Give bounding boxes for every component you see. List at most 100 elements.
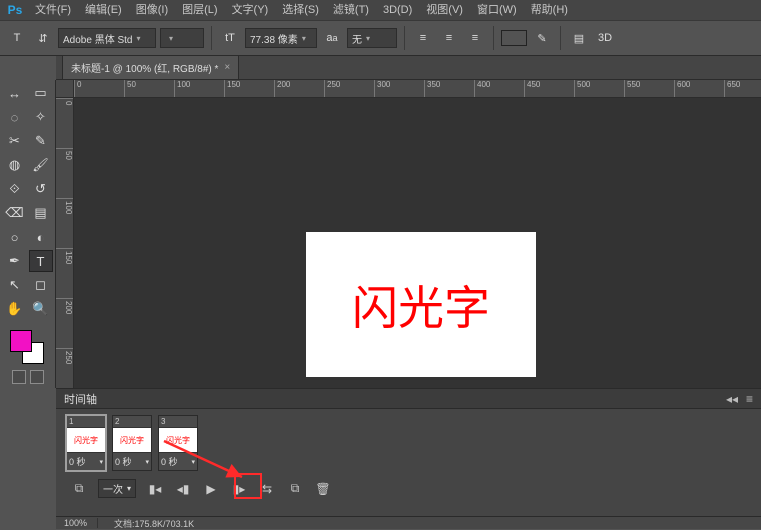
antialias-value: 无	[352, 31, 362, 46]
document-tab[interactable]: 未标题-1 @ 100% (红, RGB/8#) * ×	[62, 55, 239, 79]
quickmask-icon[interactable]	[30, 370, 44, 384]
tool-move[interactable]: ↔	[3, 82, 27, 104]
align-right-icon[interactable]: ≡	[464, 27, 486, 49]
tool-magic-wand[interactable]: ✧	[29, 106, 53, 128]
tool-pen[interactable]: ✒	[3, 250, 27, 272]
frame-delay[interactable]: 0 秒▾	[113, 452, 151, 470]
tool-gradient[interactable]: ▤	[29, 202, 53, 224]
tool-hand[interactable]: ✋	[3, 298, 27, 320]
ruler-tick: 200	[274, 80, 324, 97]
timeline-flyout-icon[interactable]: ≡	[746, 392, 753, 406]
timeline-collapse-icon[interactable]: ◂◂	[726, 392, 738, 406]
close-icon[interactable]: ×	[224, 62, 230, 73]
ruler-tick: 0	[56, 98, 73, 148]
warp-text-icon[interactable]: ✎	[531, 27, 553, 49]
panels-icon[interactable]: ▤	[568, 27, 590, 49]
loop-value: 一次	[103, 481, 123, 496]
font-size-select[interactable]: 77.38 像素 ▾	[245, 28, 317, 48]
tool-dodge[interactable]: ◐	[29, 226, 53, 248]
tool-crop[interactable]: ✂	[3, 130, 27, 152]
ruler-tick: 550	[624, 80, 674, 97]
font-size-value: 77.38 像素	[250, 31, 298, 46]
frame-delay[interactable]: 0 秒▾	[159, 452, 197, 470]
convert-timeline-icon[interactable]: ⧉	[70, 480, 88, 498]
ruler-tick: 600	[674, 80, 724, 97]
tool-history-brush[interactable]: ↺	[29, 178, 53, 200]
tool-path[interactable]: ↖	[3, 274, 27, 296]
menu-3d[interactable]: 3D(D)	[376, 0, 419, 20]
menu-window[interactable]: 窗口(W)	[470, 0, 524, 20]
tool-artboard[interactable]: ▭	[29, 82, 53, 104]
menu-image[interactable]: 图像(I)	[129, 0, 175, 20]
menu-filter[interactable]: 滤镜(T)	[326, 0, 376, 20]
tool-eraser[interactable]: ⌫	[3, 202, 27, 224]
artboard[interactable]: 闪光字	[306, 232, 536, 377]
ruler-tick: 50	[56, 148, 73, 198]
menu-view[interactable]: 视图(V)	[419, 0, 470, 20]
font-style-select[interactable]: ▾	[160, 28, 204, 48]
tool-zoom[interactable]: 🔍	[29, 298, 53, 320]
tool-preset-icon[interactable]: T	[6, 27, 28, 49]
frame-number: 2	[113, 416, 151, 428]
tool-brush[interactable]: 🖌	[29, 154, 53, 176]
menu-type[interactable]: 文字(Y)	[225, 0, 276, 20]
frame-number: 3	[159, 416, 197, 428]
standard-mode-icon[interactable]	[12, 370, 26, 384]
tools-panel: ↔▭◌✧✂✎◍🖌⟐↺⌫▤○◐✒T↖◻✋🔍	[0, 80, 56, 388]
canvas-area[interactable]: 050100150200250300350400450500550600650 …	[56, 80, 761, 388]
delete-frame-icon[interactable]: 🗑	[314, 480, 332, 498]
menu-help[interactable]: 帮助(H)	[524, 0, 575, 20]
frame-1[interactable]: 1闪光字0 秒▾	[66, 415, 106, 471]
tool-clone[interactable]: ⟐	[3, 178, 27, 200]
prev-frame-icon[interactable]: ◂▮	[174, 480, 192, 498]
text-color-swatch[interactable]	[501, 30, 527, 46]
duplicate-frame-icon[interactable]: ⧉	[286, 480, 304, 498]
align-center-icon[interactable]: ≡	[438, 27, 460, 49]
tool-shape[interactable]: ◻	[29, 274, 53, 296]
ruler-tick: 650	[724, 80, 761, 97]
tool-type[interactable]: T	[29, 250, 53, 272]
menu-select[interactable]: 选择(S)	[275, 0, 326, 20]
menu-file[interactable]: 文件(F)	[28, 0, 78, 20]
menu-layer[interactable]: 图层(L)	[175, 0, 224, 20]
options-bar: T ⇵ Adobe 黑体 Std ▾ ▾ tT 77.38 像素 ▾ aa 无 …	[0, 20, 761, 56]
play-icon[interactable]: ▶	[202, 480, 220, 498]
chevron-down-icon: ▾	[127, 484, 131, 493]
font-family-select[interactable]: Adobe 黑体 Std ▾	[58, 28, 156, 48]
tween-icon[interactable]: ⇆	[258, 480, 276, 498]
tool-blur[interactable]: ○	[3, 226, 27, 248]
ruler-corner	[56, 80, 74, 98]
align-left-icon[interactable]: ≡	[412, 27, 434, 49]
ruler-tick: 300	[374, 80, 424, 97]
app-logo: Ps	[2, 0, 28, 20]
frame-2[interactable]: 2闪光字0 秒▾	[112, 415, 152, 471]
next-frame-icon[interactable]: ▮▸	[230, 480, 248, 498]
frame-delay[interactable]: 0 秒▾	[67, 452, 105, 470]
timeline-controls: ⧉ 一次 ▾ ▮◂ ◂▮ ▶ ▮▸ ⇆ ⧉ 🗑	[56, 471, 761, 502]
frame-thumbnail: 闪光字	[113, 428, 151, 452]
canvas-text-layer[interactable]: 闪光字	[352, 272, 490, 338]
foreground-color-swatch[interactable]	[10, 330, 32, 352]
tool-eyedropper[interactable]: ✎	[29, 130, 53, 152]
first-frame-icon[interactable]: ▮◂	[146, 480, 164, 498]
document-tab-label: 未标题-1 @ 100% (红, RGB/8#) *	[71, 60, 218, 75]
tool-lasso[interactable]: ◌	[3, 106, 27, 128]
text-orientation-icon[interactable]: ⇵	[32, 27, 54, 49]
ruler-tick: 150	[224, 80, 274, 97]
zoom-level[interactable]: 100%	[64, 518, 98, 528]
ruler-tick: 200	[56, 298, 73, 348]
tool-healing[interactable]: ◍	[3, 154, 27, 176]
timeline-title: 时间轴	[64, 391, 97, 407]
divider	[211, 26, 212, 50]
frame-3[interactable]: 3闪光字0 秒▾	[158, 415, 198, 471]
ruler-tick: 150	[56, 248, 73, 298]
menu-edit[interactable]: 编辑(E)	[78, 0, 129, 20]
3d-button[interactable]: 3D	[594, 27, 616, 49]
loop-select[interactable]: 一次 ▾	[98, 479, 136, 498]
antialias-select[interactable]: 无 ▾	[347, 28, 397, 48]
ruler-tick: 400	[474, 80, 524, 97]
menu-bar: Ps 文件(F) 编辑(E) 图像(I) 图层(L) 文字(Y) 选择(S) 滤…	[0, 0, 761, 20]
antialias-label-icon: aa	[321, 27, 343, 49]
color-swatches[interactable]	[8, 330, 48, 364]
divider	[493, 26, 494, 50]
